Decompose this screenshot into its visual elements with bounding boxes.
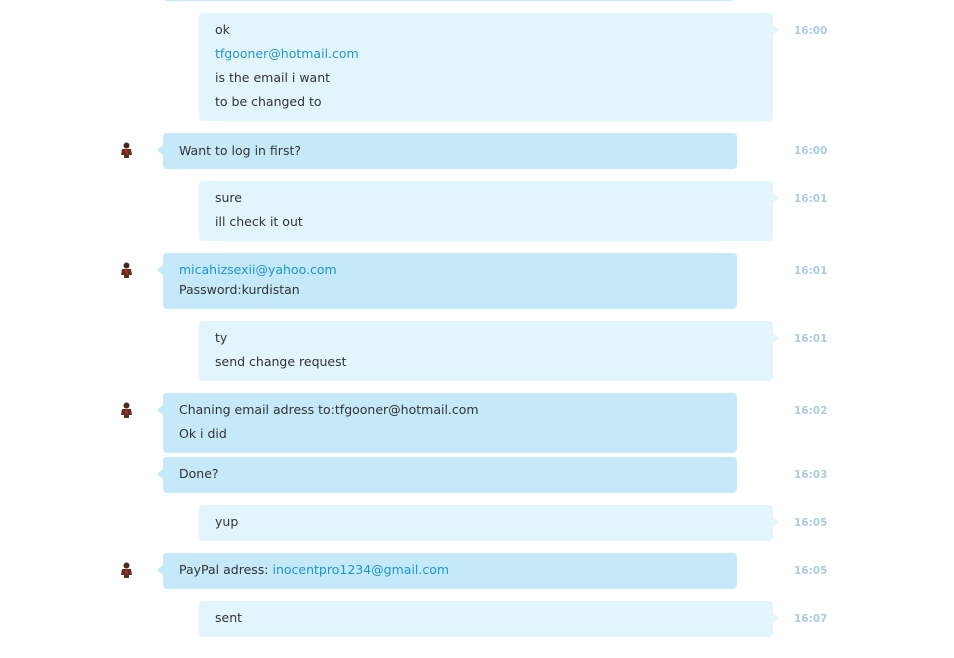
message-timestamp: 16:00: [794, 25, 828, 37]
message-text: Chaning email adress to:tfgooner@hotmail…: [179, 402, 479, 417]
message-text: is the email i want: [215, 70, 331, 85]
message-text: Ok i did: [179, 426, 227, 441]
message-timestamp: 16:03: [794, 469, 828, 481]
message-timestamp: 16:01: [794, 193, 828, 205]
message-text: sure: [215, 190, 242, 205]
previous-message-bubble: [163, 0, 735, 1]
message-text: sent: [215, 610, 243, 625]
message-bubble-outgoing: yup: [199, 505, 779, 541]
message-text: Done?: [179, 466, 219, 481]
message-text: ty: [215, 330, 228, 345]
message-bubble-incoming: Done?: [157, 457, 737, 493]
message-bubble-incoming: PayPal adress: inocentpro1234@gmail.com: [157, 553, 737, 589]
message-bubble-incoming: micahizsexii@yahoo.com Password:kurdista…: [157, 253, 737, 309]
user-avatar-icon[interactable]: [120, 562, 133, 578]
user-avatar-icon[interactable]: [120, 402, 133, 418]
message-timestamp: 16:00: [794, 145, 828, 157]
message-timestamp: 16:07: [794, 613, 828, 625]
email-link[interactable]: tfgooner@hotmail.com: [215, 46, 359, 62]
message-timestamp: 16:01: [794, 333, 828, 345]
message-text: to be changed to: [215, 94, 322, 109]
message-bubble-outgoing: ty send change request: [199, 321, 779, 381]
message-bubble-incoming: Chaning email adress to:tfgooner@hotmail…: [157, 393, 737, 453]
message-text-prefix: PayPal adress:: [179, 562, 273, 577]
message-text: ill check it out: [215, 214, 303, 229]
message-bubble-outgoing: ok tfgooner@hotmail.com is the email i w…: [199, 13, 779, 121]
message-text: Password:kurdistan: [179, 282, 300, 297]
message-bubble-incoming: Want to log in first?: [157, 133, 737, 169]
message-timestamp: 16:05: [794, 517, 828, 529]
email-link[interactable]: micahizsexii@yahoo.com: [179, 262, 337, 278]
message-bubble-outgoing: sure ill check it out: [199, 181, 779, 241]
user-avatar-icon[interactable]: [120, 142, 133, 158]
message-timestamp: 16:01: [794, 265, 828, 277]
message-bubble-outgoing: sent: [199, 601, 779, 637]
message-timestamp: 16:02: [794, 405, 828, 417]
email-link[interactable]: inocentpro1234@gmail.com: [272, 562, 449, 577]
message-timestamp: 16:05: [794, 565, 828, 577]
message-text: yup: [215, 514, 239, 529]
message-text: PayPal adress: inocentpro1234@gmail.com: [179, 562, 449, 578]
user-avatar-icon[interactable]: [120, 262, 133, 278]
message-text: send change request: [215, 354, 347, 369]
message-text: Want to log in first?: [179, 143, 301, 158]
message-text: ok: [215, 22, 230, 37]
